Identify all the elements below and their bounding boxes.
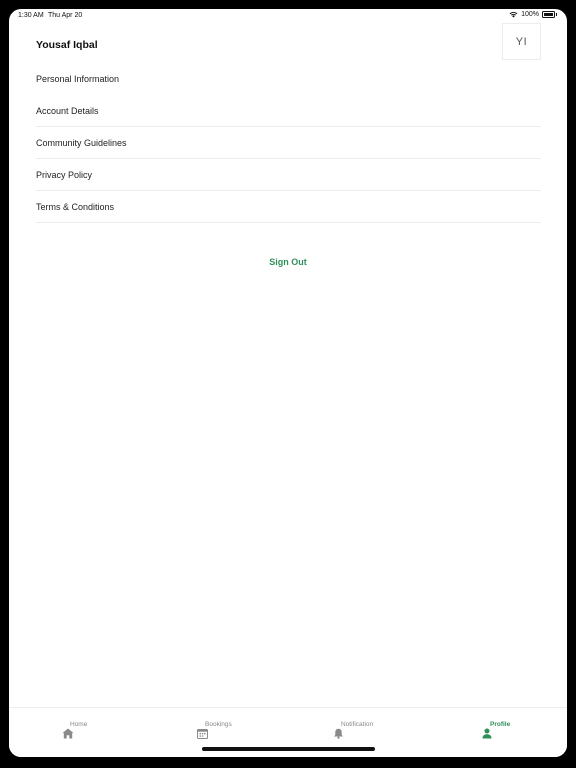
menu-item-community-guidelines[interactable]: Community Guidelines xyxy=(36,127,541,159)
bell-icon xyxy=(334,728,343,739)
menu-item-account-details[interactable]: Account Details xyxy=(36,95,541,127)
battery-tip xyxy=(556,13,557,16)
status-date: Thu Apr 20 xyxy=(48,12,83,19)
person-icon xyxy=(482,728,492,739)
profile-menu: Personal Information Account Details Com… xyxy=(36,63,541,223)
tab-profile[interactable]: Profile xyxy=(482,716,542,746)
sign-out-button[interactable]: Sign Out xyxy=(9,257,567,267)
avatar[interactable]: YI xyxy=(502,23,541,60)
status-right: 100% xyxy=(509,11,557,18)
status-bar: 1:30 AM Thu Apr 20 100% xyxy=(9,9,567,23)
battery-icon xyxy=(542,11,555,18)
tab-home-label: Home xyxy=(70,721,88,728)
profile-name: Yousaf Iqbal xyxy=(36,39,98,51)
wifi-icon xyxy=(509,11,518,18)
status-time: 1:30 AM xyxy=(18,12,44,19)
battery-percent: 100% xyxy=(521,11,539,18)
home-icon xyxy=(62,728,74,739)
tab-notification[interactable]: Notification xyxy=(333,716,393,746)
menu-item-privacy-policy[interactable]: Privacy Policy xyxy=(36,159,541,191)
calendar-icon xyxy=(197,729,208,739)
tab-notification-label: Notification xyxy=(341,721,374,728)
tab-home[interactable]: Home xyxy=(61,716,121,746)
app-screen: 1:30 AM Thu Apr 20 100% Yousaf Iqbal YI … xyxy=(9,9,567,757)
tab-profile-label: Profile xyxy=(490,721,511,728)
home-indicator xyxy=(202,747,375,751)
tab-bookings-label: Bookings xyxy=(205,721,232,728)
menu-item-personal-information[interactable]: Personal Information xyxy=(36,63,541,95)
menu-item-terms-conditions[interactable]: Terms & Conditions xyxy=(36,191,541,223)
tab-bookings[interactable]: Bookings xyxy=(196,716,256,746)
